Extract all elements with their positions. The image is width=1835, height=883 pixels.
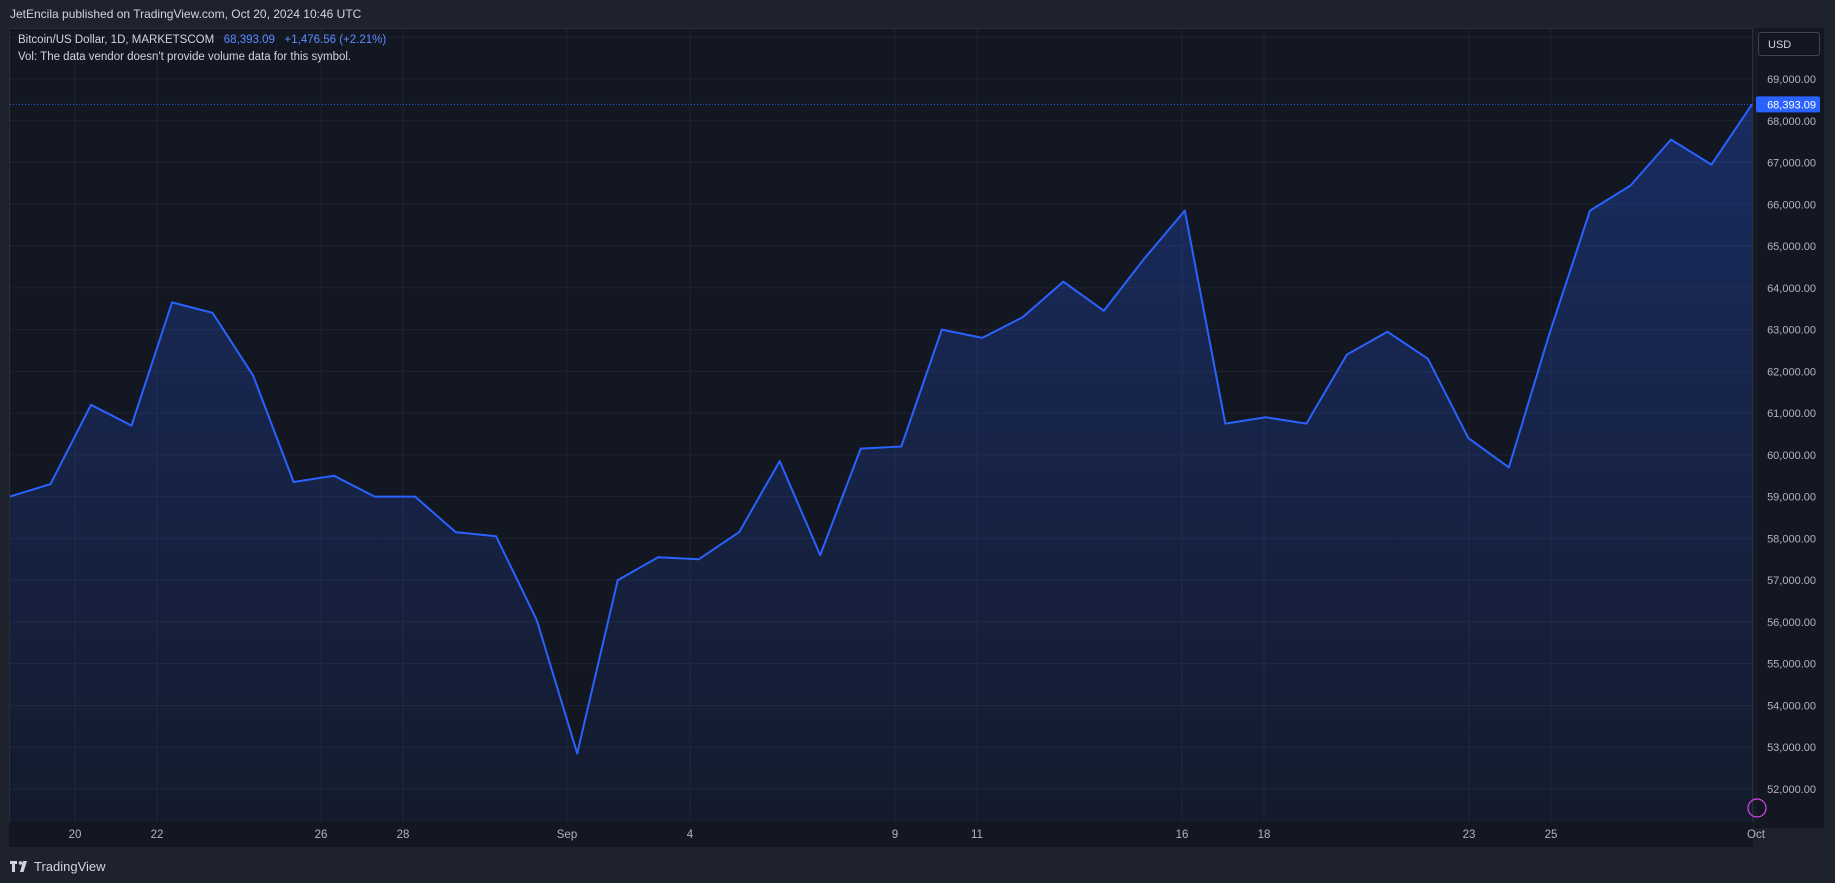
tradingview-brand: TradingView — [34, 859, 106, 874]
price-tick-label: 59,000.00 — [1767, 492, 1816, 504]
time-tick-label: 23 — [1463, 829, 1476, 841]
currency-label: USD — [1768, 39, 1792, 51]
time-tick-label: 11 — [971, 829, 983, 841]
price-change: +1,476.56 (+2.21%) — [284, 34, 387, 46]
time-tick-label: 26 — [315, 829, 328, 841]
current-price-tag: 68,393.09 — [10, 96, 1820, 113]
time-tick-label: Oct — [1747, 829, 1766, 841]
footer — [0, 847, 1835, 883]
symbol-legend[interactable]: Bitcoin/US Dollar, 1D, MARKETSCOM 68,393… — [18, 34, 386, 46]
volume-note: Vol: The data vendor doesn't provide vol… — [18, 51, 352, 63]
price-tick-label: 68,000.00 — [1767, 116, 1816, 128]
price-tick-label: 65,000.00 — [1767, 241, 1816, 253]
price-tick-label: 67,000.00 — [1767, 158, 1816, 170]
time-axis-ticks: 20222628Sep491116182325Oct37914161 — [69, 829, 1766, 841]
price-area — [9, 103, 1753, 823]
symbol-name: Bitcoin/US Dollar, 1D, MARKETSCOM — [18, 34, 215, 46]
price-tick-label: 55,000.00 — [1767, 659, 1816, 671]
last-price: 68,393.09 — [223, 34, 275, 46]
price-tick-label: 69,000.00 — [1767, 74, 1816, 86]
tradingview-logo[interactable]: TradingView — [10, 859, 106, 874]
price-tick-label: 56,000.00 — [1767, 617, 1816, 629]
time-tick-label: 16 — [1176, 829, 1189, 841]
volume-legend: Vol: The data vendor doesn't provide vol… — [18, 51, 351, 63]
chart-svg: 69,000.00 68,000.00 67,000.00 66,000.00 65,0… — [9, 29, 1820, 841]
currency-button[interactable]: USD — [1758, 32, 1820, 56]
time-tick-label: 4 — [687, 829, 694, 841]
area-fill — [10, 104, 1752, 823]
time-tick-label: 18 — [1258, 829, 1271, 841]
price-tick-label: 61,000.00 — [1767, 408, 1816, 420]
price-tick-label: 66,000.00 — [1767, 199, 1816, 211]
price-tick-label: 58,000.00 — [1767, 533, 1816, 545]
current-price-tag-label: 68,393.09 — [1767, 99, 1816, 111]
time-tick-label: 22 — [151, 829, 164, 841]
price-tick-label: 64,000.00 — [1767, 283, 1816, 295]
price-tick-label: 54,000.00 — [1767, 700, 1816, 712]
price-tick-label: 63,000.00 — [1767, 325, 1816, 337]
price-tick-label: 52,000.00 — [1767, 784, 1816, 796]
time-tick-label: 20 — [69, 829, 82, 841]
price-tick-label: 62,000.00 — [1767, 366, 1816, 378]
price-tick-label: 53,000.00 — [1767, 742, 1816, 754]
tradingview-logo-icon — [10, 860, 27, 872]
price-axis-ticks: 69,000.00 68,000.00 67,000.00 66,000.00 65,0… — [1767, 74, 1816, 796]
price-tick-label: 60,000.00 — [1767, 450, 1816, 462]
time-tick-label: 25 — [1545, 829, 1558, 841]
time-tick-label: 9 — [892, 829, 898, 841]
time-tick-label: 28 — [397, 829, 410, 841]
time-tick-label: Sep — [557, 829, 577, 841]
price-tick-label: 57,000.00 — [1767, 575, 1816, 587]
